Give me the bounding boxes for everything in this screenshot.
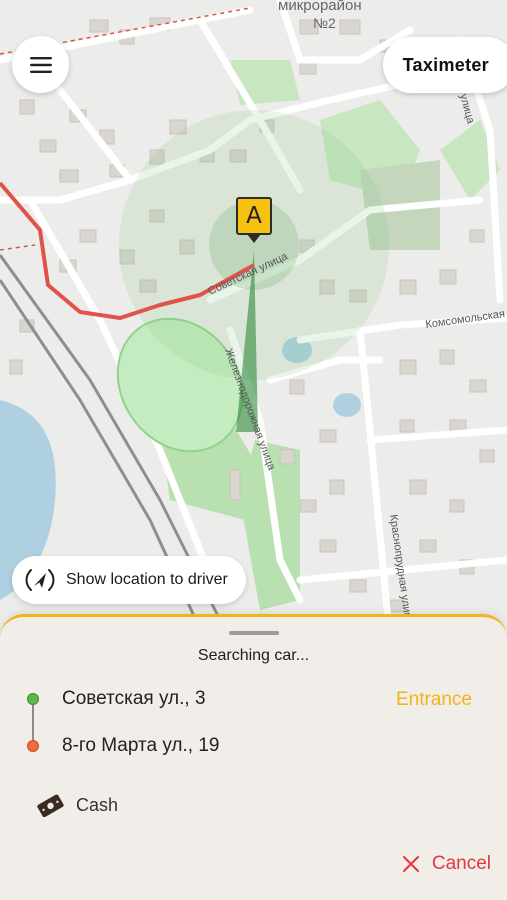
pin-letter: A — [236, 197, 272, 235]
map-label-district: микрорайон — [278, 0, 362, 14]
pickup-pin[interactable]: A — [236, 197, 272, 247]
dropoff-address[interactable]: 8-го Марта ул., 19 — [62, 735, 219, 757]
map-label-district-no: №2 — [313, 15, 336, 31]
menu-button[interactable] — [12, 36, 69, 93]
pond-2 — [333, 393, 361, 417]
payment-method-button[interactable]: Cash — [36, 793, 118, 817]
payment-label: Cash — [76, 794, 119, 815]
pin-tail — [247, 234, 261, 243]
order-status: Searching car... — [197, 647, 310, 664]
cash-icon — [37, 794, 64, 817]
dropoff-dot-icon — [27, 740, 39, 752]
pickup-address[interactable]: Советская ул., 3 — [62, 688, 206, 710]
taximeter-label: Taximeter — [402, 54, 489, 75]
cancel-label: Cancel — [431, 853, 491, 874]
cancel-button[interactable]: Cancel — [402, 853, 491, 875]
show-location-button[interactable]: Show location to driver — [12, 556, 246, 604]
sheet-grabber[interactable] — [229, 631, 279, 635]
show-location-label: Show location to driver — [66, 571, 228, 588]
taximeter-button[interactable]: Taximeter — [382, 37, 507, 93]
entrance-button[interactable]: Entrance — [396, 689, 472, 711]
pickup-dot-icon — [27, 693, 39, 705]
location-broadcast-icon — [22, 562, 58, 598]
close-icon — [402, 856, 419, 872]
hamburger-menu-icon — [29, 56, 52, 73]
order-sheet: Searching car... Советская ул., 3 Entran… — [0, 614, 507, 900]
